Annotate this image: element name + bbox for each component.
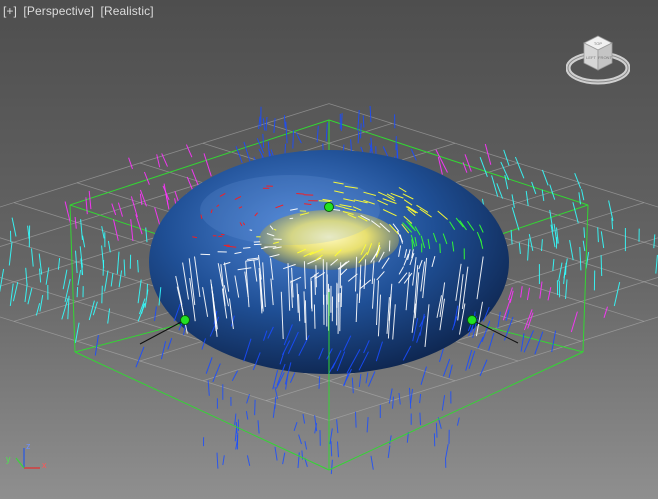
viewport-shading-menu[interactable]: [Realistic]: [101, 4, 154, 18]
marker-left[interactable]: [180, 315, 190, 325]
viewcube-widget[interactable]: TOP LEFT FRONT: [566, 30, 630, 90]
axis-tripod: z y x: [6, 441, 47, 470]
marker-top[interactable]: [324, 202, 334, 212]
axis-y-label: y: [6, 454, 11, 464]
viewport-plus-menu[interactable]: [+]: [3, 4, 17, 18]
viewport-label-menu: [+] [Perspective] [Realistic]: [3, 4, 157, 18]
perspective-viewport[interactable]: [+] [Perspective] [Realistic] TOP LEFT F…: [0, 0, 658, 499]
viewport-point-of-view-menu[interactable]: [Perspective]: [23, 4, 94, 18]
viewcube-right-label: FRONT: [598, 55, 612, 60]
axis-x-label: x: [42, 460, 47, 470]
marker-right[interactable]: [467, 315, 477, 325]
axis-z-label: z: [26, 441, 31, 451]
scene-canvas[interactable]: [0, 0, 658, 499]
viewcube-top-label: TOP: [594, 41, 602, 46]
viewcube-left-label: LEFT: [586, 55, 596, 60]
